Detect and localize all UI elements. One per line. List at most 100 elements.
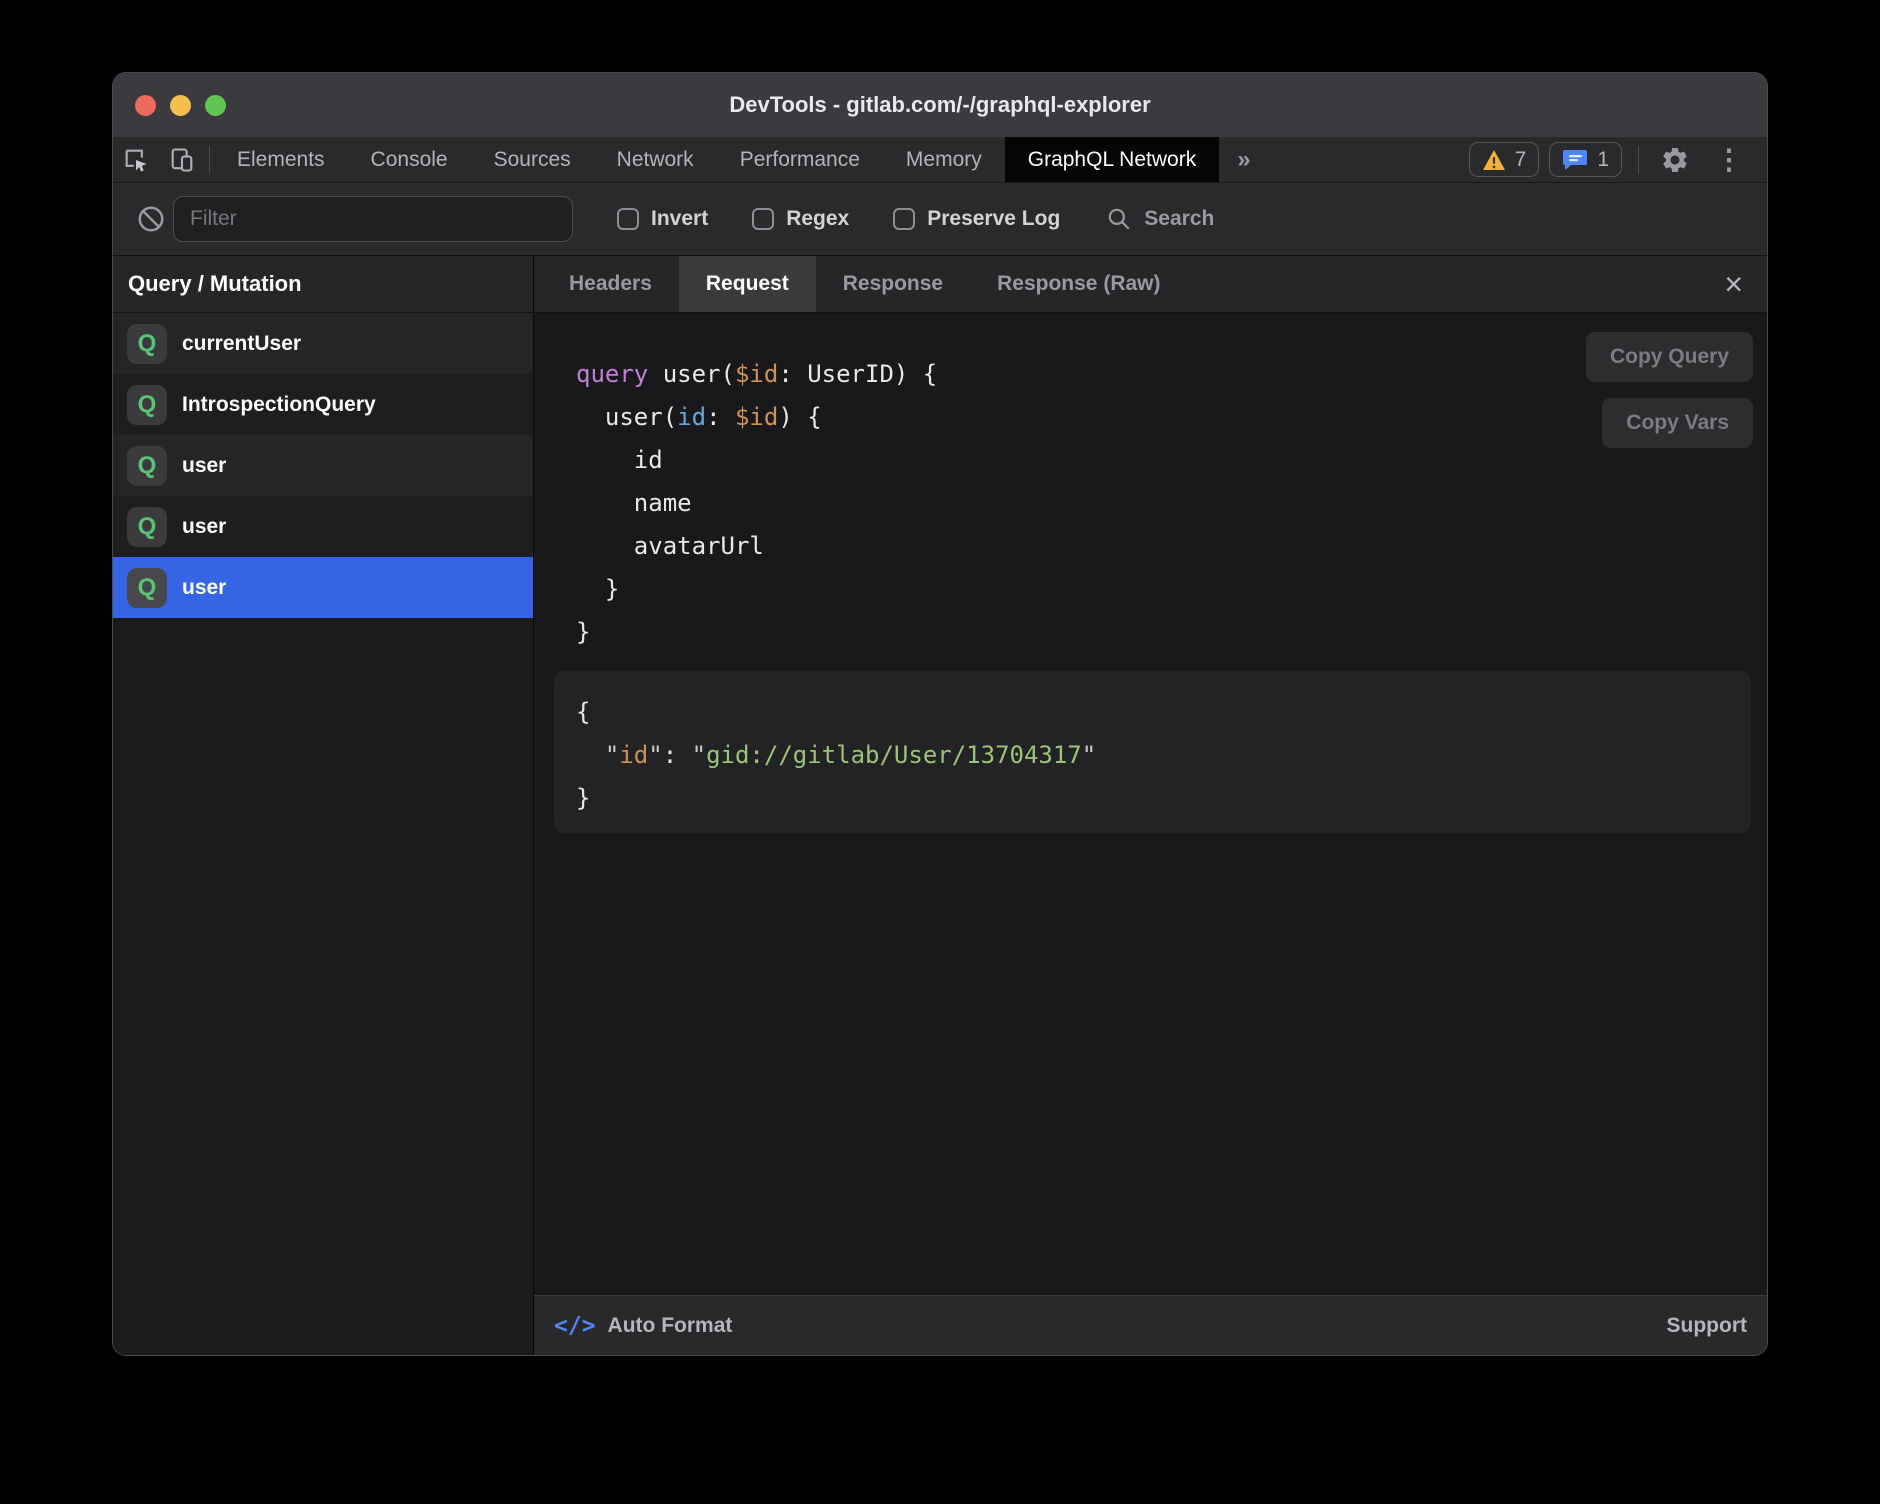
- copy-query-button[interactable]: Copy Query: [1586, 332, 1753, 382]
- close-window-button[interactable]: [135, 95, 156, 116]
- minimize-window-button[interactable]: [170, 95, 191, 116]
- message-bubble-icon: [1562, 148, 1588, 172]
- query-type-badge: Q: [127, 446, 167, 486]
- close-detail-button[interactable]: ×: [1700, 256, 1767, 312]
- list-item-user-1[interactable]: Q user: [113, 435, 533, 496]
- code-text: }: [576, 575, 619, 603]
- code-field: name: [576, 489, 692, 517]
- tab-request[interactable]: Request: [679, 256, 816, 312]
- detail-tabs: Headers Request Response Response (Raw) …: [534, 256, 1767, 313]
- device-toolbar-button[interactable]: [159, 137, 205, 182]
- query-list-sidebar: Query / Mutation Q currentUser Q Introsp…: [113, 256, 534, 1355]
- list-item-user-3-selected[interactable]: Q user: [113, 557, 533, 618]
- tab-response[interactable]: Response: [816, 256, 970, 312]
- invert-checkbox[interactable]: [617, 208, 639, 230]
- query-type-badge: Q: [127, 385, 167, 425]
- issues-warning-badge[interactable]: 7: [1469, 142, 1540, 177]
- json-key: id: [619, 741, 648, 769]
- regex-label: Regex: [786, 207, 849, 231]
- toolbar-right-controls: 7 1 ⋮: [1469, 137, 1767, 182]
- code-quote: ": [692, 741, 706, 769]
- tab-elements[interactable]: Elements: [214, 137, 348, 182]
- detail-pane: Headers Request Response Response (Raw) …: [534, 256, 1767, 1355]
- inspect-cursor-icon: [122, 146, 150, 174]
- support-link[interactable]: Support: [1667, 1314, 1747, 1338]
- list-item-user-2[interactable]: Q user: [113, 496, 533, 557]
- traffic-lights: [135, 73, 226, 137]
- query-type-badge: Q: [127, 324, 167, 364]
- auto-format-button[interactable]: Auto Format: [608, 1314, 733, 1338]
- search-control[interactable]: Search: [1106, 206, 1214, 232]
- title-bar: DevTools - gitlab.com/-/graphql-explorer: [113, 73, 1767, 137]
- code-quote: ": [648, 741, 662, 769]
- tab-console[interactable]: Console: [348, 137, 471, 182]
- inspect-element-button[interactable]: [113, 137, 159, 182]
- copy-vars-button[interactable]: Copy Vars: [1602, 398, 1753, 448]
- query-type-badge: Q: [127, 568, 167, 608]
- graphql-network-panel: Query / Mutation Q currentUser Q Introsp…: [113, 256, 1767, 1355]
- device-toolbar-icon: [168, 146, 196, 174]
- devtools-panel-tabs: Elements Console Sources Network Perform…: [214, 137, 1219, 182]
- graphql-query-code: query user($id: UserID) { user(id: $id) …: [576, 353, 937, 654]
- kebab-menu-button[interactable]: ⋮: [1705, 143, 1753, 176]
- block-icon: [136, 204, 166, 234]
- warning-count: 7: [1515, 148, 1527, 172]
- code-quote: ": [605, 741, 619, 769]
- zoom-window-button[interactable]: [205, 95, 226, 116]
- preserve-log-checkbox-group: Preserve Log: [893, 207, 1060, 231]
- code-text: ) {: [778, 403, 821, 431]
- list-item-introspectionquery[interactable]: Q IntrospectionQuery: [113, 374, 533, 435]
- code-variable: $id: [735, 403, 778, 431]
- warning-icon: [1482, 149, 1506, 171]
- code-keyword: query: [576, 360, 648, 388]
- invert-checkbox-group: Invert: [617, 207, 708, 231]
- toolbar-separator: [209, 146, 210, 173]
- more-tabs-button[interactable]: »: [1219, 137, 1268, 182]
- code-text: user(: [648, 360, 735, 388]
- tab-graphql-network[interactable]: GraphQL Network: [1005, 137, 1219, 182]
- request-content: query user($id: UserID) { user(id: $id) …: [534, 313, 1767, 1295]
- code-variable: $id: [735, 360, 778, 388]
- code-text: }: [576, 618, 590, 646]
- devtools-toolbar: Elements Console Sources Network Perform…: [113, 137, 1767, 183]
- code-text: : UserID) {: [778, 360, 937, 388]
- regex-checkbox-group: Regex: [752, 207, 849, 231]
- code-field: avatarUrl: [576, 532, 764, 560]
- preserve-log-checkbox[interactable]: [893, 208, 915, 230]
- list-item-label: user: [182, 454, 226, 478]
- devtools-window: DevTools - gitlab.com/-/graphql-explorer: [112, 72, 1768, 1356]
- filter-bar: Invert Regex Preserve Log Search: [113, 183, 1767, 256]
- list-item-label: IntrospectionQuery: [182, 393, 376, 417]
- filter-input[interactable]: [173, 196, 573, 242]
- code-text: [576, 741, 605, 769]
- list-item-label: user: [182, 576, 226, 600]
- code-text: user(: [576, 403, 677, 431]
- code-text: :: [706, 403, 735, 431]
- tab-performance[interactable]: Performance: [717, 137, 883, 182]
- window-title: DevTools - gitlab.com/-/graphql-explorer: [729, 92, 1150, 118]
- query-variables-box: { "id": "gid://gitlab/User/13704317" }: [554, 671, 1751, 833]
- list-item-label: user: [182, 515, 226, 539]
- tab-headers[interactable]: Headers: [542, 256, 679, 312]
- query-variables-json: { "id": "gid://gitlab/User/13704317" }: [576, 691, 1096, 820]
- tab-response-raw[interactable]: Response (Raw): [970, 256, 1187, 312]
- settings-button[interactable]: [1655, 145, 1695, 175]
- clear-log-button[interactable]: [129, 204, 173, 234]
- search-label: Search: [1144, 207, 1214, 231]
- tab-sources[interactable]: Sources: [471, 137, 594, 182]
- tab-network[interactable]: Network: [594, 137, 717, 182]
- code-field: id: [576, 446, 663, 474]
- code-argument: id: [677, 403, 706, 431]
- tab-memory[interactable]: Memory: [883, 137, 1005, 182]
- code-text: }: [576, 784, 590, 812]
- list-item-currentuser[interactable]: Q currentUser: [113, 313, 533, 374]
- messages-badge[interactable]: 1: [1549, 142, 1622, 177]
- preserve-log-label: Preserve Log: [927, 207, 1060, 231]
- regex-checkbox[interactable]: [752, 208, 774, 230]
- json-string-value: gid://gitlab/User/13704317: [706, 741, 1082, 769]
- code-text: :: [663, 741, 692, 769]
- message-count: 1: [1597, 148, 1609, 172]
- code-quote: ": [1082, 741, 1096, 769]
- panel-footer: </> Auto Format Support: [534, 1295, 1767, 1355]
- query-mutation-header: Query / Mutation: [113, 256, 533, 313]
